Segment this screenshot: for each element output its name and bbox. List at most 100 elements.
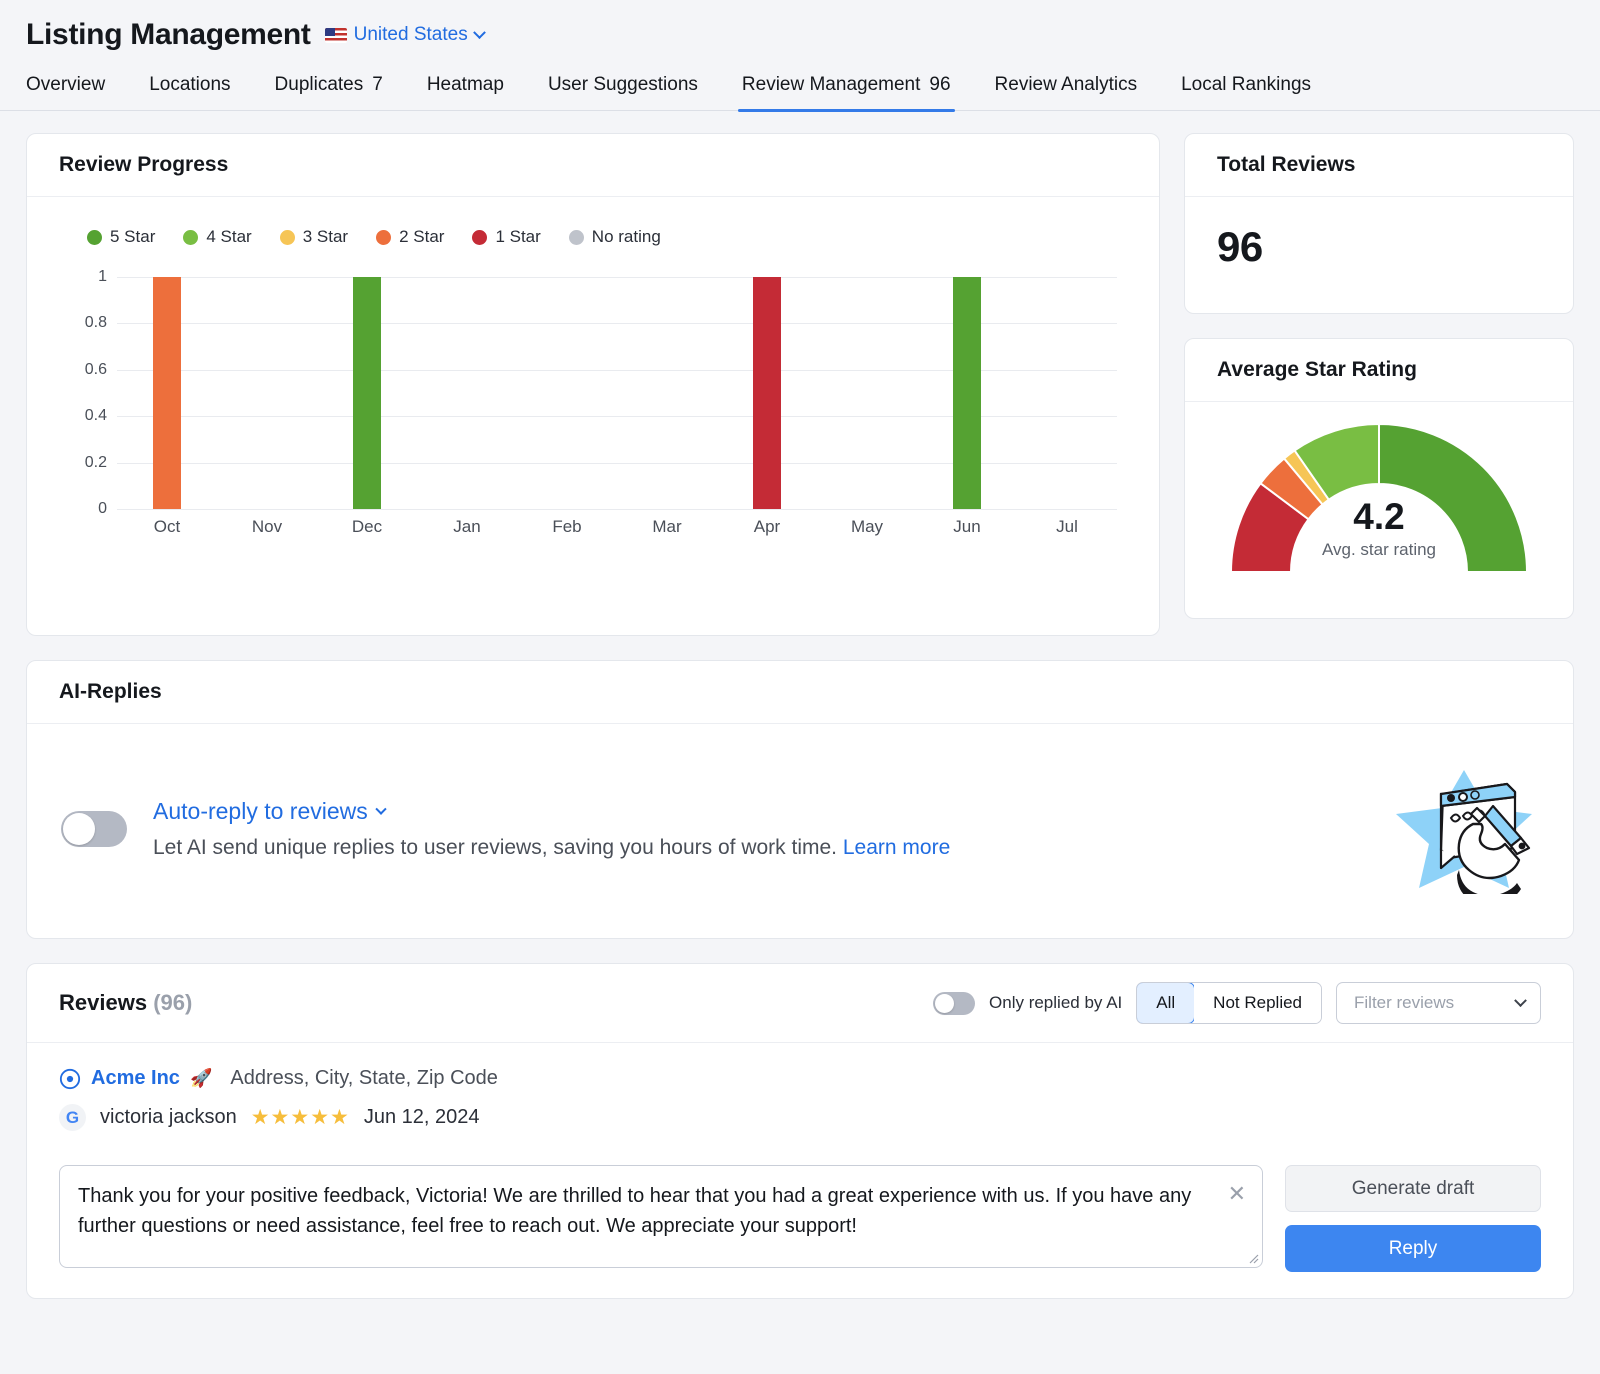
tab-label: User Suggestions	[547, 74, 698, 95]
tab-label: Overview	[26, 74, 106, 95]
y-tick-label: 1	[98, 268, 107, 285]
ai-replies-body: Auto-reply to reviews Let AI send unique…	[27, 724, 1573, 938]
gridline	[117, 509, 1117, 510]
legend-label: 1 Star	[495, 227, 541, 246]
tab-review-management[interactable]: Review Management 96	[720, 68, 973, 112]
legend-color-dot	[87, 229, 102, 245]
filter-reviews-dropdown[interactable]: Filter reviews	[1336, 982, 1541, 1024]
review-star-rating: ★★★★★	[250, 1106, 350, 1129]
tab-duplicates[interactable]: Duplicates 7	[253, 68, 405, 110]
ai-replies-description: Let AI send unique replies to user revie…	[153, 836, 1363, 860]
chevron-down-icon	[375, 803, 387, 815]
chart-bar[interactable]	[353, 277, 381, 509]
x-tick-label: Jan	[453, 517, 481, 536]
gauge-caption: Avg. star rating	[1321, 539, 1437, 559]
legend-item[interactable]: 3 Star	[279, 227, 348, 247]
y-tick-label: 0.6	[84, 360, 107, 378]
location-pin-icon	[59, 1068, 81, 1089]
tab-label: Heatmap	[426, 74, 504, 95]
reviews-title: Reviews (96)	[59, 990, 192, 1016]
chart-bar-slot	[417, 277, 517, 509]
business-name[interactable]: Acme Inc	[91, 1067, 180, 1090]
listing-management-page: Listing Management United States Overvie…	[0, 0, 1600, 1374]
chart-bar-slot	[917, 277, 1017, 509]
tab-label: Locations	[149, 74, 231, 95]
tab-review-analytics[interactable]: Review Analytics	[973, 68, 1160, 110]
reviews-controls: Only replied by AI All Not Replied Filter…	[933, 982, 1541, 1024]
legend-item[interactable]: 4 Star	[183, 227, 252, 247]
y-axis-labels: 0 0.2 0.4 0.6 0.8 1	[55, 268, 107, 517]
review-reply-row: Thank you for your positive feedback, Vi…	[59, 1165, 1541, 1298]
average-rating-title: Average Star Rating	[1185, 339, 1573, 402]
tab-overview[interactable]: Overview	[26, 68, 127, 110]
chart-bar[interactable]	[953, 277, 981, 509]
generate-draft-button[interactable]: Generate draft	[1285, 1165, 1541, 1212]
review-row: Acme Inc 🚀 Address, City, State, Zip Cod…	[27, 1043, 1573, 1298]
total-reviews-title: Total Reviews	[1185, 134, 1573, 197]
review-progress-card: Review Progress 5 Star 4 Star 3 Star 2 Star…	[26, 133, 1160, 636]
reply-status-segmented-control: All Not Replied	[1136, 982, 1322, 1024]
page-title: Listing Management	[26, 18, 311, 51]
chart-bar-slot	[517, 277, 617, 509]
google-icon: G	[59, 1104, 86, 1131]
learn-more-link[interactable]: Learn more	[843, 836, 950, 859]
tab-label: Local Rankings	[1181, 74, 1312, 95]
total-reviews-card: Total Reviews 96	[1184, 133, 1574, 314]
reviews-count: (96)	[153, 990, 193, 1015]
tab-count: 7	[372, 74, 383, 95]
close-icon[interactable]: ✕	[1228, 1183, 1246, 1205]
x-axis-labels: Oct Nov Dec Jan Feb Mar Apr May Jun Jul	[117, 517, 1117, 537]
auto-reply-link[interactable]: Auto-reply to reviews	[153, 798, 387, 825]
chart-bar-slot	[317, 277, 417, 509]
tab-label: Duplicates	[274, 74, 364, 95]
legend-label: No rating	[591, 227, 661, 246]
legend-color-dot	[472, 229, 488, 245]
auto-reply-toggle[interactable]	[61, 811, 127, 847]
y-tick-label: 0.4	[84, 407, 107, 425]
chart-bar[interactable]	[753, 277, 781, 509]
chevron-down-icon	[472, 25, 486, 39]
tab-heatmap[interactable]: Heatmap	[405, 68, 526, 110]
legend-item[interactable]: No rating	[568, 227, 661, 247]
legend-item[interactable]: 5 Star	[87, 227, 155, 247]
legend-item[interactable]: 1 Star	[472, 227, 541, 247]
legend-item[interactable]: 2 Star	[376, 227, 444, 247]
page-header: Listing Management United States	[0, 0, 1600, 52]
review-business: Acme Inc 🚀 Address, City, State, Zip Cod…	[59, 1067, 1541, 1090]
reply-button[interactable]: Reply	[1285, 1225, 1541, 1272]
x-tick-label: Mar	[652, 517, 682, 536]
tab-locations[interactable]: Locations	[127, 68, 252, 110]
tab-local-rankings[interactable]: Local Rankings	[1159, 68, 1333, 110]
legend-color-dot	[183, 229, 199, 245]
x-tick-label: Nov	[251, 517, 283, 536]
tab-label: Review Management	[741, 74, 921, 95]
x-tick-label: Dec	[351, 517, 383, 536]
x-tick-label: Apr	[753, 517, 781, 536]
stats-column: Total Reviews 96 Average Star Rating 4.2…	[1184, 133, 1574, 619]
y-tick-label: 0.8	[84, 314, 107, 332]
total-reviews-value: 96	[1217, 223, 1263, 270]
segment-not-replied[interactable]: Not Replied	[1194, 983, 1321, 1023]
reply-textarea-wrapper[interactable]: Thank you for your positive feedback, Vi…	[59, 1165, 1263, 1268]
legend-color-dot	[568, 229, 584, 245]
tab-label: Review Analytics	[994, 74, 1138, 95]
main-tabs: Overview Locations Duplicates 7 Heatmap User …	[0, 52, 1600, 112]
toggle-knob	[935, 993, 955, 1013]
reply-textarea[interactable]: Thank you for your positive feedback, Vi…	[60, 1166, 1262, 1257]
chevron-down-icon	[1514, 993, 1527, 1007]
segment-all[interactable]: All	[1137, 983, 1196, 1023]
resize-grip-icon[interactable]	[1247, 1252, 1259, 1264]
x-tick-label: Jun	[953, 517, 981, 536]
chart-bar[interactable]	[153, 277, 181, 509]
x-tick-label: Jul	[1056, 517, 1078, 536]
hand-writing-reply-illustration	[1389, 764, 1539, 905]
auto-reply-link-label: Auto-reply to reviews	[153, 798, 368, 824]
average-rating-gauge: 4.2 Avg. star rating	[1185, 402, 1573, 618]
tab-user-suggestions[interactable]: User Suggestions	[526, 68, 720, 110]
chart-bar-slot	[117, 277, 217, 509]
country-selector[interactable]: United States	[324, 24, 486, 46]
rocket-icon: 🚀	[189, 1068, 213, 1088]
chart-plot-area: 0 0.2 0.4 0.6 0.8 1 Oct Nov Dec Jan Feb Mar Apr May J…	[55, 268, 1131, 577]
ai-replies-card: AI-Replies Auto-reply to reviews Let AI …	[26, 660, 1574, 939]
only-replied-by-ai-toggle[interactable]	[933, 991, 976, 1015]
